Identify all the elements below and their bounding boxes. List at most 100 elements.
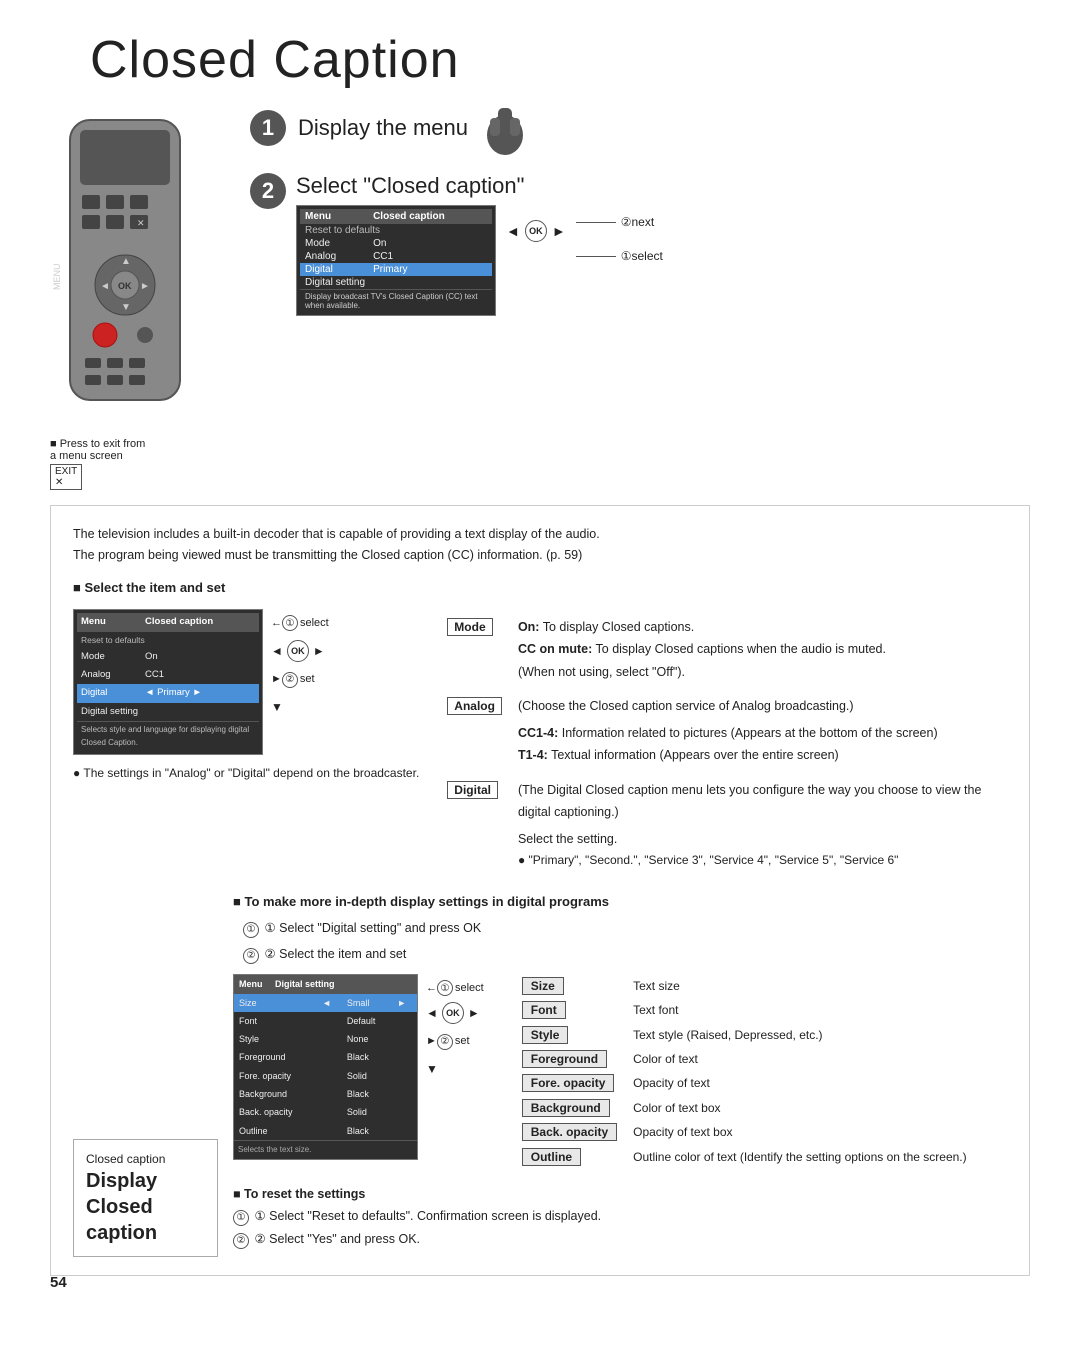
top-section: ✕ MENU OK ▲ ▼ ◄ ► [50, 100, 1030, 490]
menu-with-arrows: Menu Closed caption Reset to defaults Mo… [296, 205, 1030, 316]
next-label: ②next [621, 215, 654, 229]
sidebar-top: Closed caption [86, 1150, 205, 1168]
size-label: Size [522, 977, 564, 995]
down-arrow: ▼ [271, 697, 329, 717]
dmenu-font-val: Default [342, 1012, 392, 1030]
info-box: The television includes a built-in decod… [50, 505, 1030, 1276]
dmenu-size-label: Size [234, 994, 317, 1012]
select-set-area: Menu Closed caption Reset to defaults Mo… [73, 609, 1007, 874]
menu2-digital-primary: ◄ Primary ► [141, 684, 259, 702]
dmenu-style: Style [234, 1031, 317, 1049]
select-label-1: ①select [621, 249, 663, 263]
select-setting: Select the setting. [518, 828, 999, 851]
svg-text:✕: ✕ [137, 218, 145, 228]
menu-title-1: Menu [300, 209, 368, 224]
hand-icon [480, 100, 530, 155]
font-label: Font [522, 1001, 566, 1019]
menu2-digital: Digital [77, 684, 141, 702]
fore-opacity-label: Fore. opacity [522, 1074, 615, 1092]
intro-text-2: The program being viewed must be transmi… [73, 545, 1007, 566]
font-desc: Text font [625, 998, 975, 1022]
settings-table: Size Text size Font Text font Style Text… [514, 974, 975, 1169]
main-content: ■ To make more in-depth display settings… [218, 879, 1007, 1257]
digital-desc: (The Digital Closed caption menu lets yo… [518, 779, 999, 824]
step1-circle: 1 [250, 110, 286, 146]
dmenu-outline: Outline [234, 1122, 317, 1141]
menu2-digital-setting: Digital setting [77, 703, 259, 722]
ok-button-1: OK [525, 220, 547, 242]
mode-label: Mode [447, 618, 492, 636]
service-note: ● "Primary", "Second.", "Service 3", "Se… [518, 850, 999, 872]
back-opacity-desc: Opacity of text box [625, 1120, 975, 1144]
menu-digital-label: Digital [300, 263, 368, 276]
dmenu-bg-val: Black [342, 1086, 392, 1104]
style-row: Style Text style (Raised, Depressed, etc… [514, 1023, 975, 1047]
step1-title: Display the menu [298, 115, 468, 141]
dmenu-bg: Background [234, 1086, 317, 1104]
style-desc: Text style (Raised, Depressed, etc.) [625, 1023, 975, 1047]
foreground-row: Foreground Color of text [514, 1047, 975, 1071]
digital-section: ■ To make more in-depth display settings… [233, 891, 1007, 1169]
dmenu-menu: Menu [239, 979, 263, 989]
size-desc: Text size [625, 974, 975, 998]
svg-text:►: ► [140, 281, 150, 292]
step2-title: Select "Closed caption" [296, 173, 1030, 199]
style-label: Style [522, 1026, 569, 1044]
dmenu-fg-val: Black [342, 1049, 392, 1067]
mode-on-row: On: To display Closed captions. [518, 616, 999, 639]
left-arrow: ◄ [506, 223, 520, 239]
dmenu-digital-setting: Digital setting [275, 979, 335, 989]
press-exit-text: ■ Press to exit from a menu screen EXIT✕ [50, 438, 230, 490]
analog-note: ● The settings in "Analog" or "Digital" … [73, 763, 419, 783]
right-arrow: ► [552, 223, 566, 239]
dmenu-back-op: Back. opacity [234, 1104, 317, 1122]
reset-step2: ② ② Select "Yes" and press OK. [233, 1228, 1007, 1251]
menu-footer-note: Display broadcast TV's Closed Caption (C… [300, 290, 492, 313]
mode-cc-mute-row: CC on mute: To display Closed captions w… [518, 638, 999, 661]
digital-select-area: Menu Digital setting Size ◄ Small ► [233, 974, 1007, 1169]
svg-text:◄: ◄ [100, 281, 110, 292]
background-desc: Color of text box [625, 1096, 975, 1120]
background-label: Background [522, 1099, 610, 1117]
menu-screenshot-1: Menu Closed caption Reset to defaults Mo… [296, 205, 496, 316]
outline-row: Outline Outline color of text (Identify … [514, 1145, 975, 1169]
mode-table: Mode On: To display Closed captions. CC … [439, 614, 1007, 874]
analog-desc: (Choose the Closed caption service of An… [518, 695, 999, 718]
digital-down-arrow: ▼ [426, 1059, 484, 1079]
digital-set-label: ►②set [426, 1032, 484, 1051]
nav-control-area: ←①select ◄ OK ► ►②set ▼ [271, 614, 329, 718]
dmenu-fore-op: Fore. opacity [234, 1067, 317, 1085]
select-item-section: ■ Select the item and set Menu Closed ca… [73, 577, 1007, 874]
exit-box: EXIT✕ [50, 464, 82, 490]
dmenu-size-arrow1: ◄ [317, 994, 342, 1012]
digital-label: Digital [447, 781, 498, 799]
select-left: Menu Closed caption Reset to defaults Mo… [73, 609, 419, 874]
step2-block: 2 Select "Closed caption" Menu Closed ca… [250, 173, 1030, 316]
menu-analog-label: Analog [300, 250, 368, 263]
intro-text-1: The television includes a built-in decod… [73, 524, 1007, 545]
dmenu-outline-val: Black [342, 1122, 392, 1141]
bottom-section: Closed caption Display Closed caption ■ … [73, 879, 1007, 1257]
digital-step2: ② ② Select the item and set [243, 943, 1007, 966]
select-label-2: ←①select [271, 614, 329, 633]
menu2-mode: Mode [77, 648, 141, 666]
annotations-1: ②next ①select [576, 215, 663, 263]
settings-table-area: Size Text size Font Text font Style Text… [514, 974, 975, 1169]
menu-digital-val: Primary [368, 263, 492, 276]
sidebar-display: Display Closed caption [86, 1168, 205, 1246]
select-header: ■ Select the item and set [73, 577, 1007, 599]
dmenu-font: Font [234, 1012, 317, 1030]
reset-header: ■ To reset the settings [233, 1183, 1007, 1206]
foreground-label: Foreground [522, 1050, 607, 1068]
step1-header: 1 Display the menu [250, 100, 1030, 155]
analog-label: Analog [447, 697, 502, 715]
dmenu-note: Selects the text size. [234, 1141, 417, 1159]
dmenu-size-val: Small [342, 994, 392, 1012]
menu-digital-setting: Digital setting [300, 276, 492, 290]
menu2-cc: Closed caption [141, 613, 259, 632]
fore-opacity-desc: Opacity of text [625, 1071, 975, 1095]
sidebar-labels: Closed caption Display Closed caption [73, 1139, 218, 1257]
outline-label: Outline [522, 1148, 581, 1166]
ok-nav-area: ◄ OK ► [506, 220, 566, 242]
outline-desc: Outline color of text (Identify the sett… [625, 1145, 975, 1169]
